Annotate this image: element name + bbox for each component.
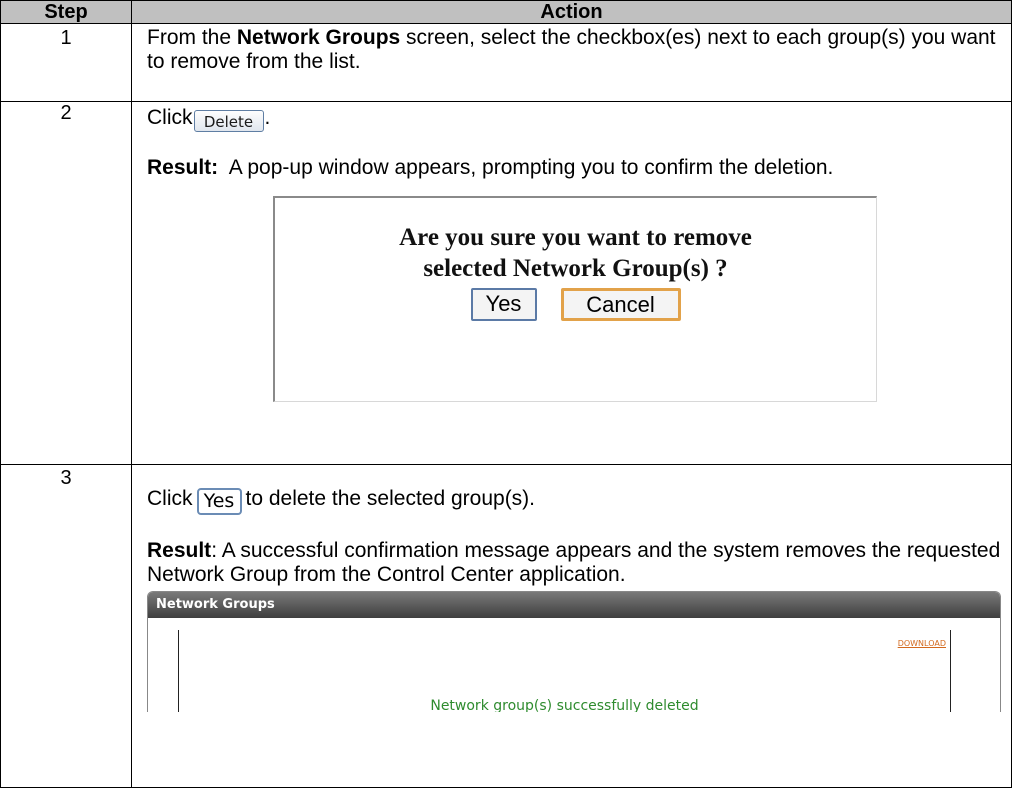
popup-buttons: Yes Cancel xyxy=(275,288,876,321)
success-message: Network group(s) successfully deleted xyxy=(430,698,699,712)
step-action: Click Delete. Result: A pop-up window app… xyxy=(131,101,1012,465)
result-text: Result: A pop-up window appears, prompti… xyxy=(147,156,1007,180)
popup-message-line: selected Network Group(s) ? xyxy=(423,255,728,282)
result-text: Result: A successful confirmation messag… xyxy=(147,539,1007,587)
delete-button[interactable]: Delete xyxy=(193,110,264,132)
table-row: 2 Click Delete. Result: A pop-up window a… xyxy=(0,101,1012,465)
panel-title: Network Groups xyxy=(148,592,1000,618)
result-label: Result: xyxy=(147,156,219,179)
procedure-table: Step Action 1 From the Network Groups sc… xyxy=(0,0,1012,788)
confirm-popup: Are you sure you want to remove selected… xyxy=(273,196,877,402)
click-label: Click xyxy=(147,487,193,510)
table-row: 3 Click Yes to delete the selected group(s… xyxy=(0,464,1012,788)
network-groups-panel: Network Groups DOWNLOAD Network group(s)… xyxy=(147,591,1001,712)
popup-message: Are you sure you want to remove selected… xyxy=(275,198,876,284)
step-action: Click Yes to delete the selected group(s).… xyxy=(131,464,1012,788)
instruction-text: to delete the selected group(s). xyxy=(245,487,536,510)
yes-button[interactable]: Yes xyxy=(196,488,242,515)
step-action: From the Network Groups screen, select t… xyxy=(131,23,1012,102)
header-row: Step Action xyxy=(0,0,1012,24)
click-label: Click xyxy=(147,106,193,129)
step-number: 3 xyxy=(0,464,132,788)
step-number: 1 xyxy=(0,23,132,102)
click-instruction: Click Yes to delete the selected group(s). xyxy=(147,487,1007,515)
download-link[interactable]: DOWNLOAD xyxy=(898,632,946,656)
step-column-header: Step xyxy=(0,0,132,24)
result-description: A pop-up window appears, prompting you t… xyxy=(218,156,834,179)
click-instruction: Click Delete. xyxy=(147,106,1007,132)
step-number: 2 xyxy=(0,101,132,465)
popup-message-line: Are you sure you want to remove xyxy=(399,224,752,251)
step-text: From the xyxy=(147,26,237,49)
result-label: Result xyxy=(147,539,212,562)
yes-button[interactable]: Yes xyxy=(470,288,537,321)
action-column-header: Action xyxy=(131,0,1012,24)
cancel-button[interactable]: Cancel xyxy=(560,288,681,321)
table-row: 1 From the Network Groups screen, select… xyxy=(0,23,1012,102)
punctuation: . xyxy=(264,106,271,129)
panel-content: DOWNLOAD Network group(s) successfully d… xyxy=(178,630,951,712)
result-description: : A successful confirmation message appe… xyxy=(147,539,1001,586)
screen-name: Network Groups xyxy=(236,26,401,49)
